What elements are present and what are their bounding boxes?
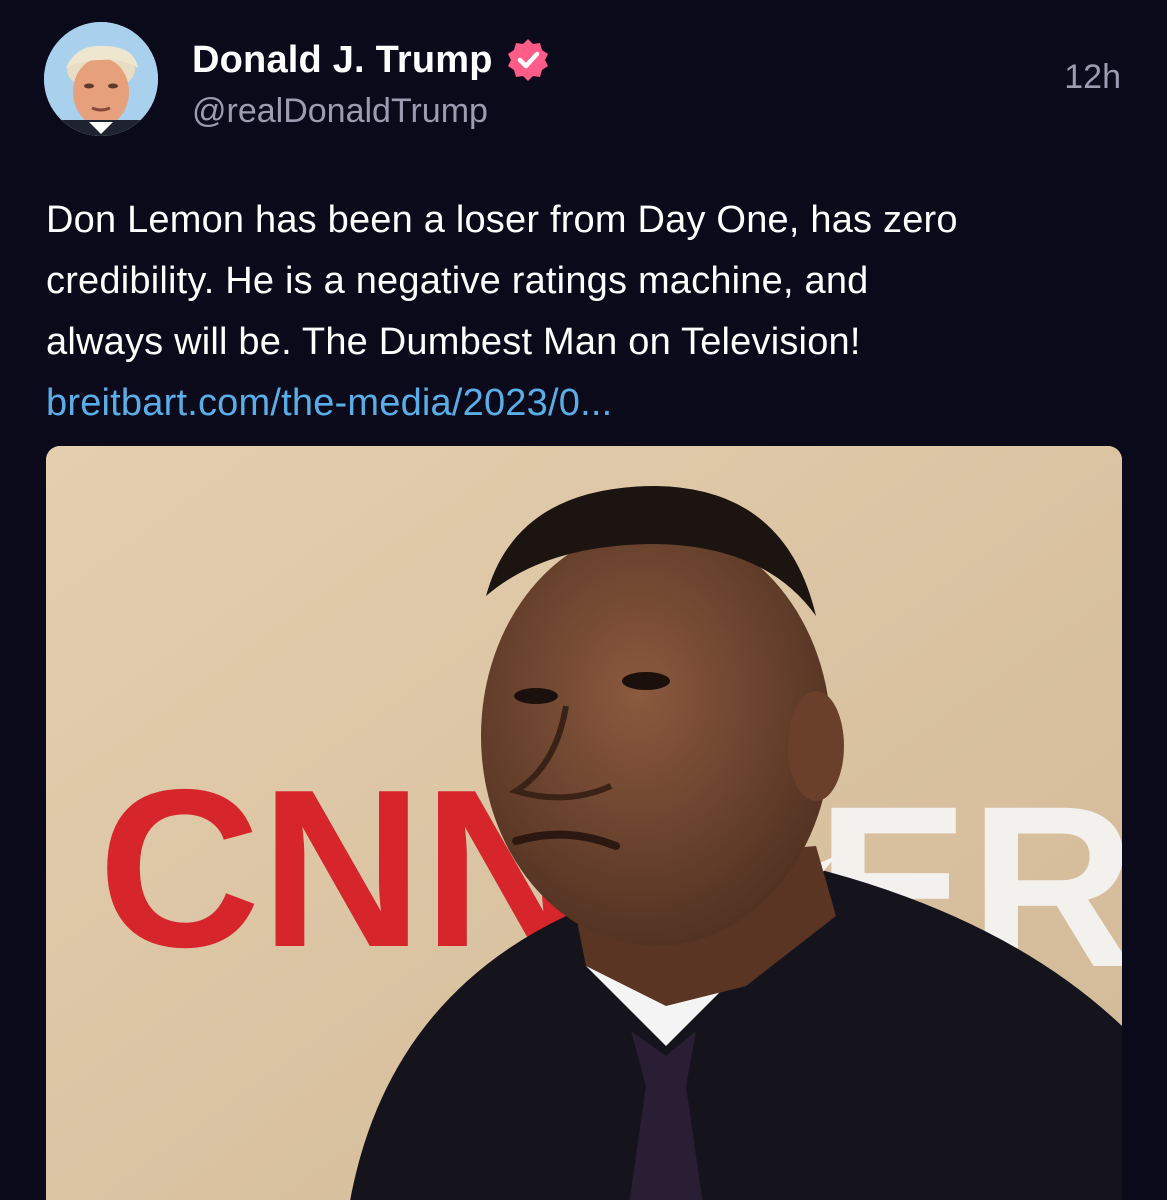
author-display-name[interactable]: Donald J. Trump — [192, 39, 493, 82]
author-handle[interactable]: @realDonaldTrump — [192, 92, 488, 131]
post-body: Don Lemon has been a loser from Day One,… — [46, 190, 1126, 434]
author-name-row: Donald J. Trump — [192, 34, 551, 86]
post-text-line-2: credibility. He is a negative ratings ma… — [46, 260, 869, 302]
user-avatar-icon — [44, 22, 158, 136]
post-media-image[interactable]: CNN ER — [46, 446, 1122, 1200]
media-photo: CNN ER — [46, 446, 1122, 1200]
post-text-line-3: always will be. The Dumbest Man on Telev… — [46, 321, 861, 363]
post-card: Donald J. Trump @realDonaldTrump 12h Don… — [0, 0, 1167, 1200]
post-timestamp: 12h — [1064, 58, 1121, 96]
post-link[interactable]: breitbart.com/the-media/2023/0... — [46, 373, 1126, 434]
post-text-line-1: Don Lemon has been a loser from Day One,… — [46, 199, 958, 241]
author-avatar[interactable] — [44, 22, 158, 136]
verified-badge-icon — [505, 37, 551, 83]
